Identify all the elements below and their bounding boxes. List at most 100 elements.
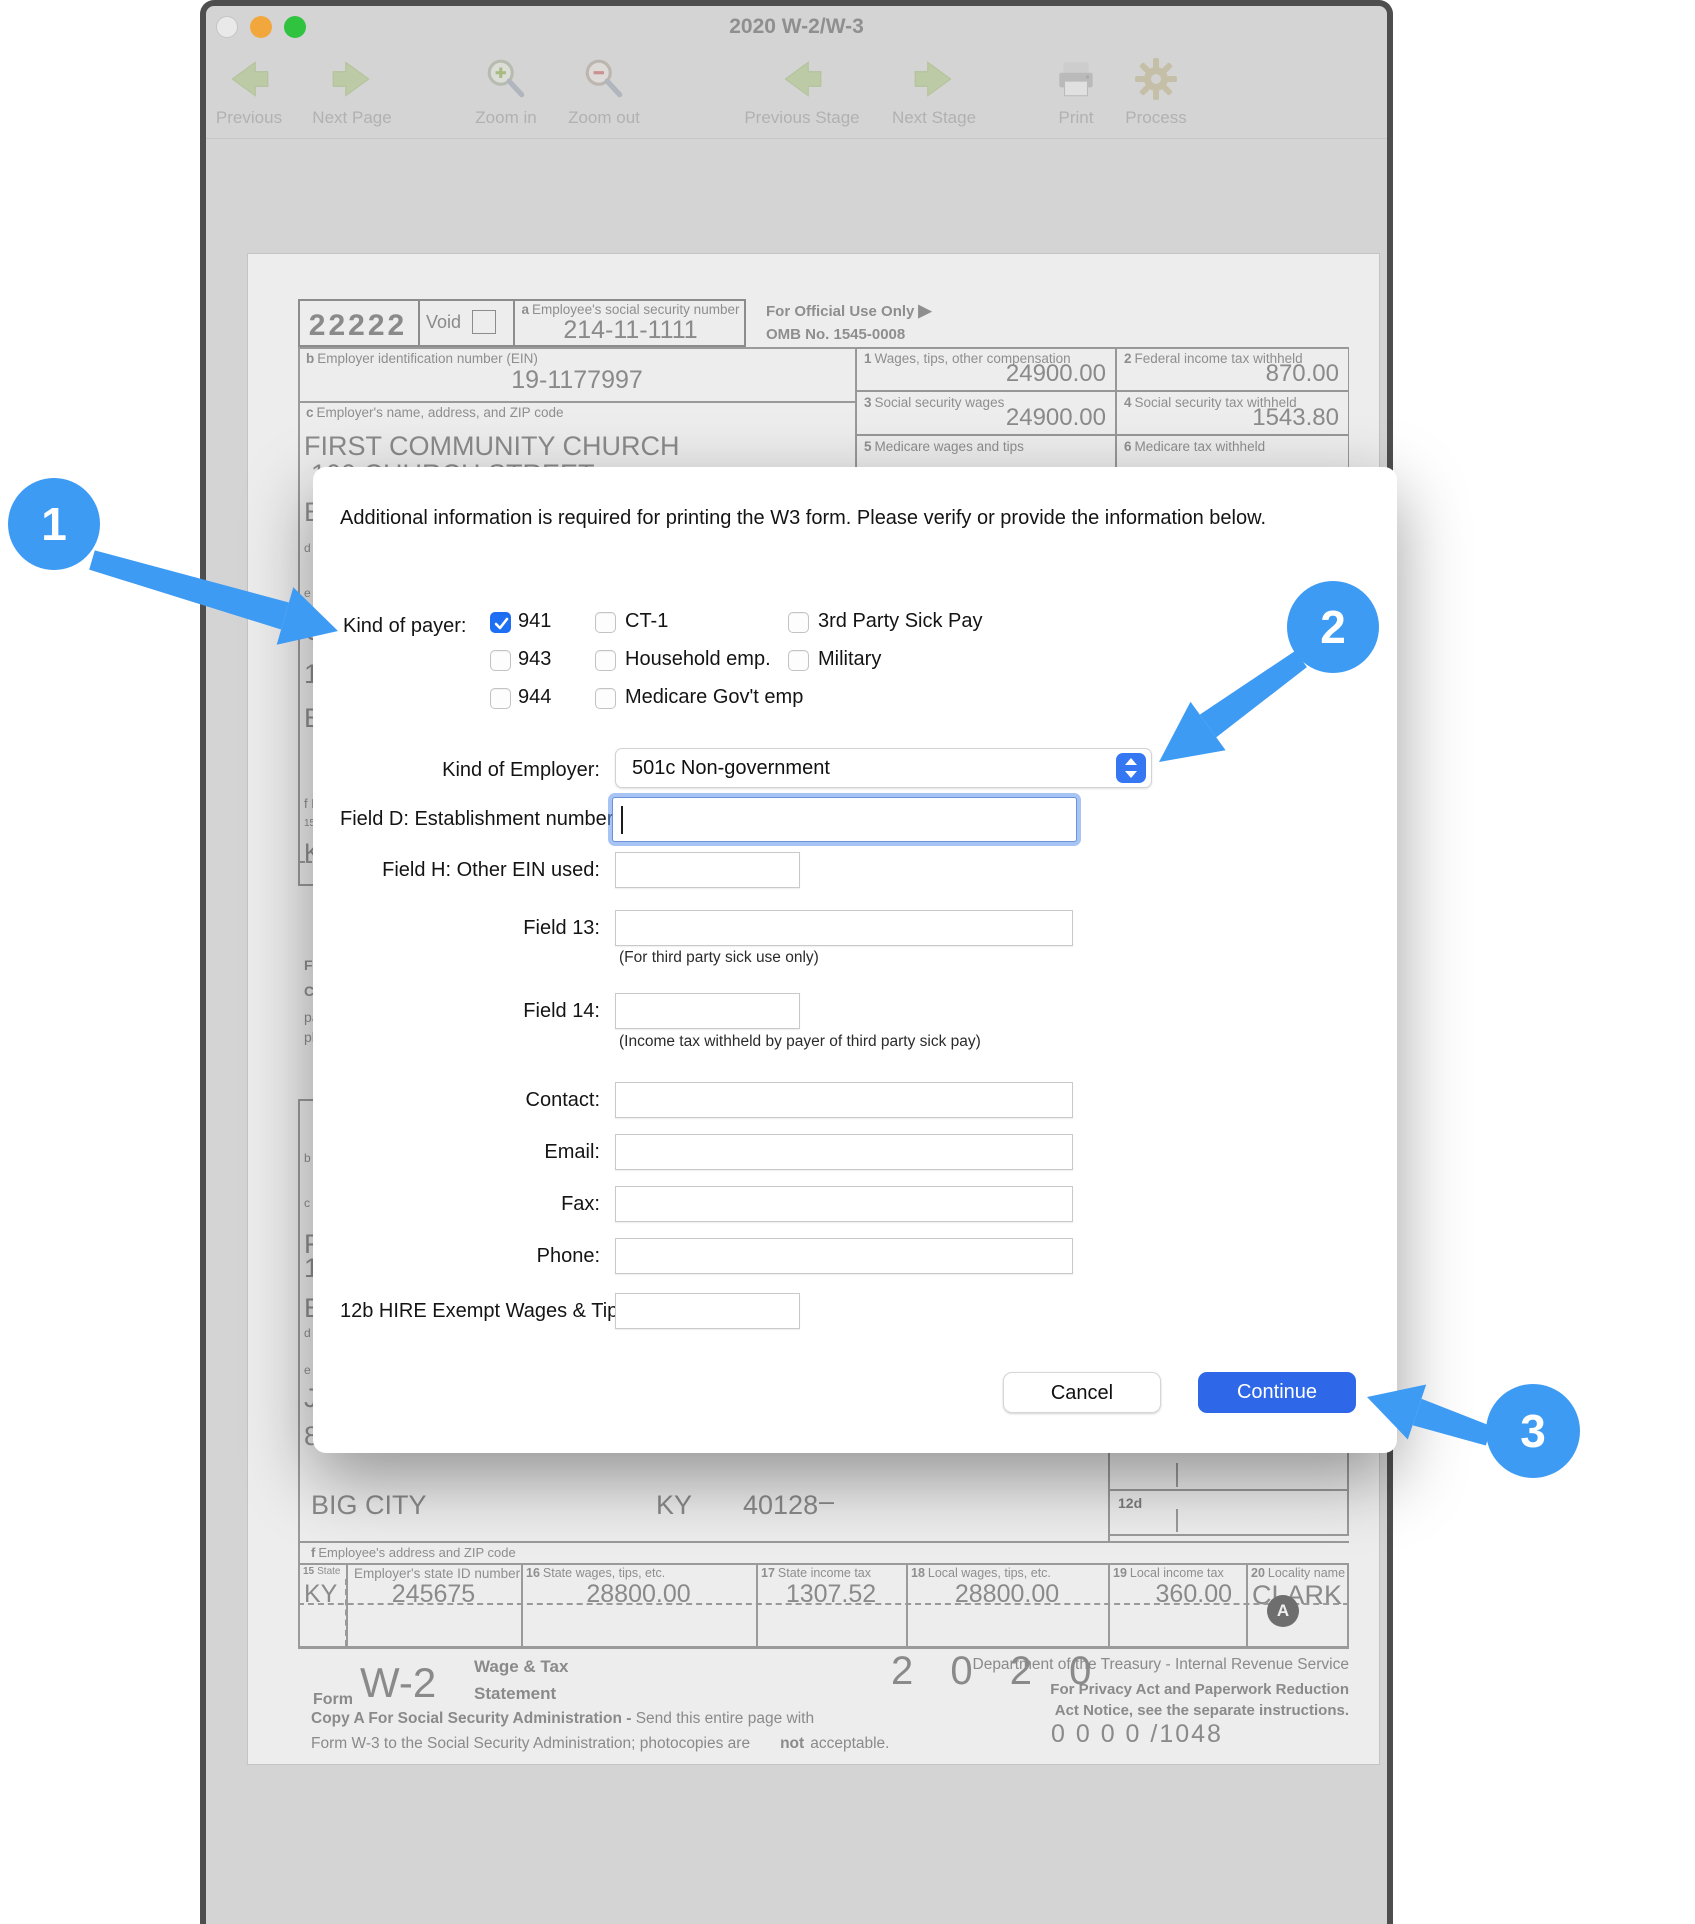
field-label-field-14: Field 14: [340,993,600,1029]
field-label-field-d-establishment-number: Field D: Establishment number: [340,797,600,842]
money-box-text: Social security wages [875,395,1005,410]
toolbar-item-next-stage[interactable]: Next Stage [864,56,1004,128]
address-label-prefix: f [311,1545,315,1560]
annotation-circle-1: 1 [8,478,100,570]
field-13-input[interactable] [615,910,1073,946]
state-col-text: Local income tax [1130,1566,1224,1580]
state-col-num: 19 [1113,1566,1127,1580]
employer-address-label: Employer's name, address, and ZIP code [317,405,564,420]
money-box-text: Medicare tax withheld [1135,439,1266,454]
payer-checkbox-941[interactable] [490,612,511,633]
gear-icon [1086,56,1226,102]
toolbar-item-next-page[interactable]: Next Page [282,56,422,128]
money-box-3: 3Social security wages24900.00 [856,391,1116,435]
field-label-email: Email: [340,1134,600,1170]
toolbar-item-label: Zoom out [534,108,674,128]
state-col-num: 20 [1251,1566,1265,1580]
money-box-num: 6 [1124,439,1132,454]
state-col-text: Local wages, tips, etc. [928,1566,1051,1580]
phone-input[interactable] [615,1238,1073,1274]
field-d-establishment-number-input[interactable] [612,797,1077,842]
employee-state: KY [656,1490,692,1521]
kind-of-employer-dropdown[interactable]: 501c Non-government [615,748,1152,788]
field-14-input[interactable] [615,993,800,1029]
employer-name: FIRST COMMUNITY CHURCH [304,431,680,462]
toolbar-item-label: Process [1086,108,1226,128]
payer-checkbox-3rd-party-sick-pay[interactable] [788,612,809,633]
back-arrow-icon [732,56,872,102]
toolbar-item-previous-stage[interactable]: Previous Stage [732,56,872,128]
employee-city: BIG CITY [311,1490,427,1521]
footer-code: 0 0 0 0 /1048 [1051,1720,1223,1749]
field-label-phone: Phone: [340,1238,600,1274]
ssn-label-prefix: a [522,302,530,317]
footer-not-word: not [780,1735,804,1752]
continue-button[interactable]: Continue [1198,1372,1356,1413]
control-code: 22222 [298,309,418,343]
covered-form-fragment: e [304,586,311,600]
covered-form-fragment: b [304,1151,311,1165]
void-label: Void [426,312,461,333]
money-box-2: 2Federal income tax withheld870.00 [1116,347,1349,391]
12b-hire-exempt-wages-tips-input[interactable] [615,1293,800,1329]
official-use-label: For Official Use Only [766,303,914,320]
cancel-button[interactable]: Cancel [1003,1372,1161,1413]
toolbar-item-label: Next Page [282,108,422,128]
payer-option-label-3rd-party-sick-pay: 3rd Party Sick Pay [818,610,983,633]
employee-zip: 40128 [743,1490,818,1521]
payer-checkbox-household-emp[interactable] [595,650,616,671]
forward-arrow-icon [864,56,1004,102]
state-col-num: 15 [303,1566,314,1577]
footer-copy-bold: Copy A For Social Security Administratio… [311,1710,631,1727]
fax-input[interactable] [615,1186,1073,1222]
money-box-num: 2 [1124,351,1132,366]
toolbar-item-label: Previous Stage [732,108,872,128]
covered-form-fragment: e [304,1363,311,1377]
state-col-text: State income tax [778,1566,871,1580]
state-col-num: 17 [761,1566,775,1580]
state-col-label: 16State wages, tips, etc. [526,1566,665,1580]
payer-checkbox-medicare-gov-t-emp[interactable] [595,688,616,709]
kind-of-payer-label: Kind of payer: [343,615,466,638]
employee-zip-dash: – [819,1486,834,1517]
payer-option-label-household-emp: Household emp. [625,648,771,671]
payer-checkbox-944[interactable] [490,688,511,709]
forward-arrow-icon [282,56,422,102]
footer-wage-tax-1: Wage & Tax [474,1657,568,1677]
covered-form-fragment: c [304,1196,310,1210]
annotation-circle-3: 3 [1486,1384,1580,1478]
footer-acceptable: acceptable. [810,1735,889,1752]
payer-checkbox-943[interactable] [490,650,511,671]
payer-option-label-941: 941 [518,610,551,633]
field-h-other-ein-used-input[interactable] [615,852,800,888]
kind-of-employer-value: 501c Non-government [632,749,830,787]
field-label-field-13: Field 13: [340,910,600,946]
payer-option-label-943: 943 [518,648,551,671]
footer-dept: Department of the Treasury - Internal Re… [849,1656,1349,1674]
w3-info-dialog: Additional information is required for p… [313,467,1397,1453]
toolbar-item-zoom-out[interactable]: Zoom out [534,56,674,128]
titlebar: 2020 W-2/W-3 [206,6,1387,50]
money-box-label: 5Medicare wages and tips [864,439,1024,454]
toolbar-item-process[interactable]: Process [1086,56,1226,128]
omb-label: OMB No. 1545-0008 [766,326,905,343]
scan-badge: A [1267,1595,1299,1627]
footer-w2: W-2 [360,1659,436,1707]
money-box-num: 5 [864,439,872,454]
toolbar-item-label: Next Stage [864,108,1004,128]
contact-input[interactable] [615,1082,1073,1118]
kind-of-employer-label: Kind of Employer: [340,750,600,790]
field-caption: (For third party sick use only) [619,949,819,967]
toolbar: PreviousNext PageZoom inZoom outPrevious… [206,50,1387,139]
employee-address-label: Employee's address and ZIP code [318,1545,515,1560]
email-input[interactable] [615,1134,1073,1170]
state-col-label: Employer's state ID number [351,1566,516,1581]
ein-label-prefix: b [306,351,314,366]
payer-checkbox-military[interactable] [788,650,809,671]
payer-checkbox-ct-1[interactable] [595,612,616,633]
state-col-label: 19Local income tax [1113,1566,1224,1580]
ein-value: 19-1177997 [298,366,856,395]
payer-option-label-military: Military [818,648,881,671]
state-col-num: 16 [526,1566,540,1580]
void-checkbox[interactable] [472,310,496,334]
